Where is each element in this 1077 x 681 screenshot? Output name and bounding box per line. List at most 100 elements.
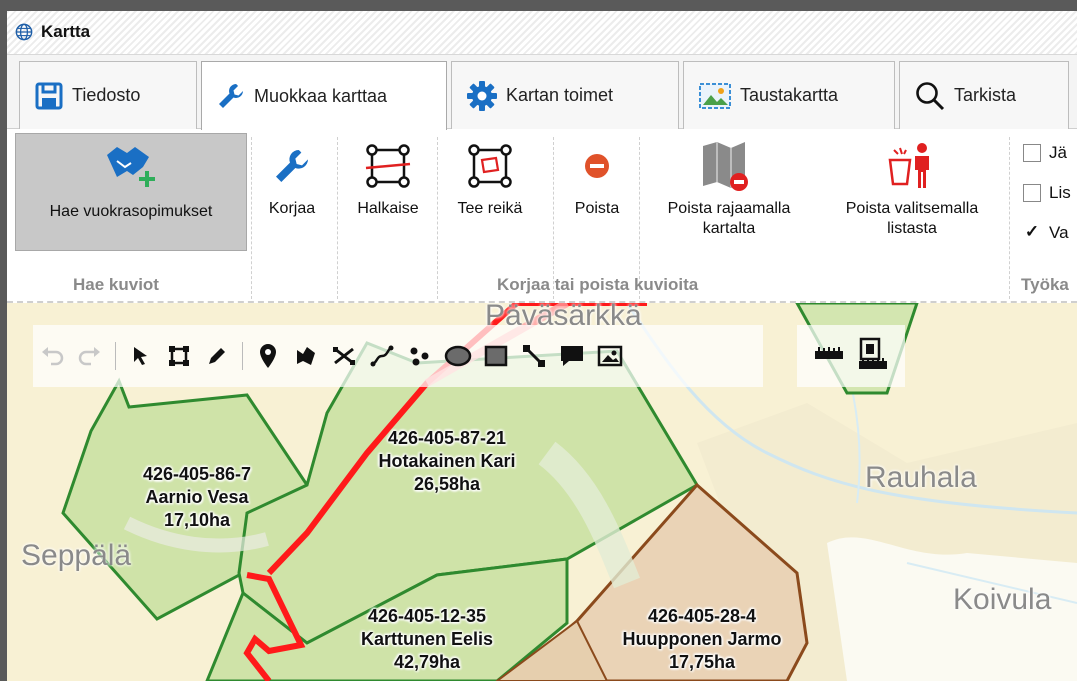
wrench-icon (276, 150, 308, 182)
map-window: Kartta Tiedosto Muokkaa karttaa Kartan t… (7, 11, 1077, 681)
place-label-seppala: Seppälä (21, 539, 132, 572)
trash-person-icon (888, 143, 929, 188)
make-hole-label: Tee reikä (457, 200, 523, 217)
split-icon[interactable] (325, 336, 363, 376)
multipoint-icon[interactable] (401, 336, 439, 376)
hole-polygon-icon (468, 144, 512, 188)
ribbon-divider (251, 137, 252, 299)
parcel-id: 426-405-28-4 (647, 606, 757, 626)
polygon-icon[interactable] (287, 336, 325, 376)
toolbar-divider (242, 342, 243, 370)
group-label-tools: Työka (1021, 275, 1069, 294)
checkbox-label: Lis (1049, 183, 1071, 202)
wrench-icon (219, 84, 243, 108)
ruler-icon[interactable] (814, 343, 844, 370)
make-hole-button[interactable]: Tee reikä (445, 133, 535, 251)
delete-label: Poista (574, 200, 620, 217)
save-icon (35, 82, 63, 109)
delete-by-area-label-2: kartalta (702, 220, 756, 237)
group-label-fix: Korjaa tai poista kuvioita (497, 275, 699, 294)
parcel-label[interactable]: 426-405-87-21 Hotakainen Kari 26,58ha (337, 427, 557, 496)
checkbox-2[interactable]: Lis (1023, 183, 1071, 203)
parcel-owner: Karttunen Eelis (360, 629, 494, 649)
undo-icon[interactable] (33, 336, 71, 376)
parcel-area: 26,58ha (413, 474, 481, 494)
connector-icon[interactable] (515, 336, 553, 376)
delete-from-list-label-1: Poista valitsemalla (845, 200, 979, 217)
pencil-icon[interactable] (198, 336, 236, 376)
delete-from-list-button[interactable]: Poista valitsemalla listasta (823, 133, 1001, 251)
area-measure-icon[interactable] (858, 337, 888, 376)
ellipse-icon[interactable] (439, 336, 477, 376)
box-select-icon[interactable] (160, 336, 198, 376)
handshake-add-icon (107, 147, 155, 187)
select-arrow-icon[interactable] (122, 336, 160, 376)
tab-kartan-toimet[interactable]: Kartan toimet (451, 61, 679, 129)
ribbon-divider (337, 137, 338, 299)
place-label-koivula: Koivula (953, 583, 1052, 616)
checkbox-1[interactable]: Jä (1023, 143, 1067, 163)
delete-by-area-label-1: Poista rajaamalla (667, 200, 791, 217)
ribbon-tabs: Tiedosto Muokkaa karttaa Kartan toimet T… (7, 55, 1077, 130)
split-label: Halkaise (357, 200, 419, 217)
fix-label: Korjaa (268, 200, 316, 217)
line-icon[interactable] (363, 336, 401, 376)
ribbon-divider (437, 137, 438, 299)
picture-icon[interactable] (591, 336, 629, 376)
title-bar: Kartta (7, 11, 1077, 55)
comment-icon[interactable] (553, 336, 591, 376)
parcel-id: 426-405-86-7 (142, 464, 252, 484)
place-label-rauhala: Rauhala (865, 461, 977, 494)
map-pin-icon[interactable] (249, 336, 287, 376)
parcel-owner: Huupponen Jarmo (622, 629, 782, 649)
tab-muokkaa-karttaa[interactable]: Muokkaa karttaa (201, 61, 447, 130)
fetch-leases-label: Hae vuokrasopimukset (49, 203, 213, 220)
rectangle-icon[interactable] (477, 336, 515, 376)
group-label-fetch: Hae kuviot (73, 275, 159, 294)
split-polygon-icon (365, 144, 411, 188)
fetch-leases-button[interactable]: Hae vuokrasopimukset (15, 133, 247, 251)
parcel-label[interactable]: 426-405-12-35 Karttunen Eelis 42,79ha (317, 605, 537, 674)
parcel-area: 42,79ha (393, 652, 461, 672)
tab-tarkista[interactable]: Tarkista (899, 61, 1069, 129)
parcel-owner: Hotakainen Kari (378, 451, 516, 471)
delete-button[interactable]: Poista (559, 133, 635, 251)
tab-taustakartta[interactable]: Taustakartta (683, 61, 895, 129)
tab-label: Taustakartta (740, 85, 839, 105)
parcel-id: 426-405-87-21 (387, 428, 507, 448)
image-icon (699, 82, 731, 109)
ribbon-divider (1009, 137, 1010, 299)
parcel-label[interactable]: 426-405-28-4 Huupponen Jarmo 17,75ha (597, 605, 807, 674)
checkbox-box[interactable] (1023, 144, 1041, 162)
redo-icon[interactable] (71, 336, 109, 376)
checkbox-3[interactable]: ✓ Va (1023, 223, 1069, 243)
magnifier-icon (916, 81, 945, 110)
fix-button[interactable]: Korjaa (257, 133, 327, 251)
measure-toolbar (797, 325, 905, 387)
checkmark-icon[interactable]: ✓ (1023, 223, 1041, 242)
delete-by-area-button[interactable]: Poista rajaamalla kartalta (649, 133, 809, 251)
tab-label: Kartan toimet (506, 85, 614, 105)
checkbox-label: Va (1049, 223, 1069, 242)
map-canvas[interactable]: Päväsärkkä Rauhala Seppälä Koivula 426-4… (7, 303, 1077, 681)
tab-tiedosto[interactable]: Tiedosto (19, 61, 197, 129)
delete-from-list-label-2: listasta (887, 220, 937, 237)
window-title: Kartta (41, 22, 91, 41)
parcel-area: 17,10ha (163, 510, 231, 530)
split-button[interactable]: Halkaise (347, 133, 429, 251)
tab-label: Tiedosto (72, 85, 141, 105)
minus-circle-icon (585, 154, 609, 178)
toolbar-divider (115, 342, 116, 370)
parcel-owner: Aarnio Vesa (145, 487, 249, 507)
tab-label: Tarkista (954, 85, 1017, 105)
parcel-label[interactable]: 426-405-86-7 Aarnio Vesa 17,10ha (97, 463, 297, 532)
tab-label: Muokkaa karttaa (254, 85, 388, 106)
parcel-area: 17,75ha (668, 652, 736, 672)
checkbox-label: Jä (1049, 143, 1067, 162)
checkbox-box[interactable] (1023, 184, 1041, 202)
drawing-toolbar (33, 325, 763, 387)
gear-icon (467, 80, 497, 111)
map-delete-icon (703, 142, 748, 191)
globe-icon (15, 23, 33, 41)
ribbon-panel: Hae vuokrasopimukset Korjaa Halkaise Tee… (7, 129, 1077, 303)
